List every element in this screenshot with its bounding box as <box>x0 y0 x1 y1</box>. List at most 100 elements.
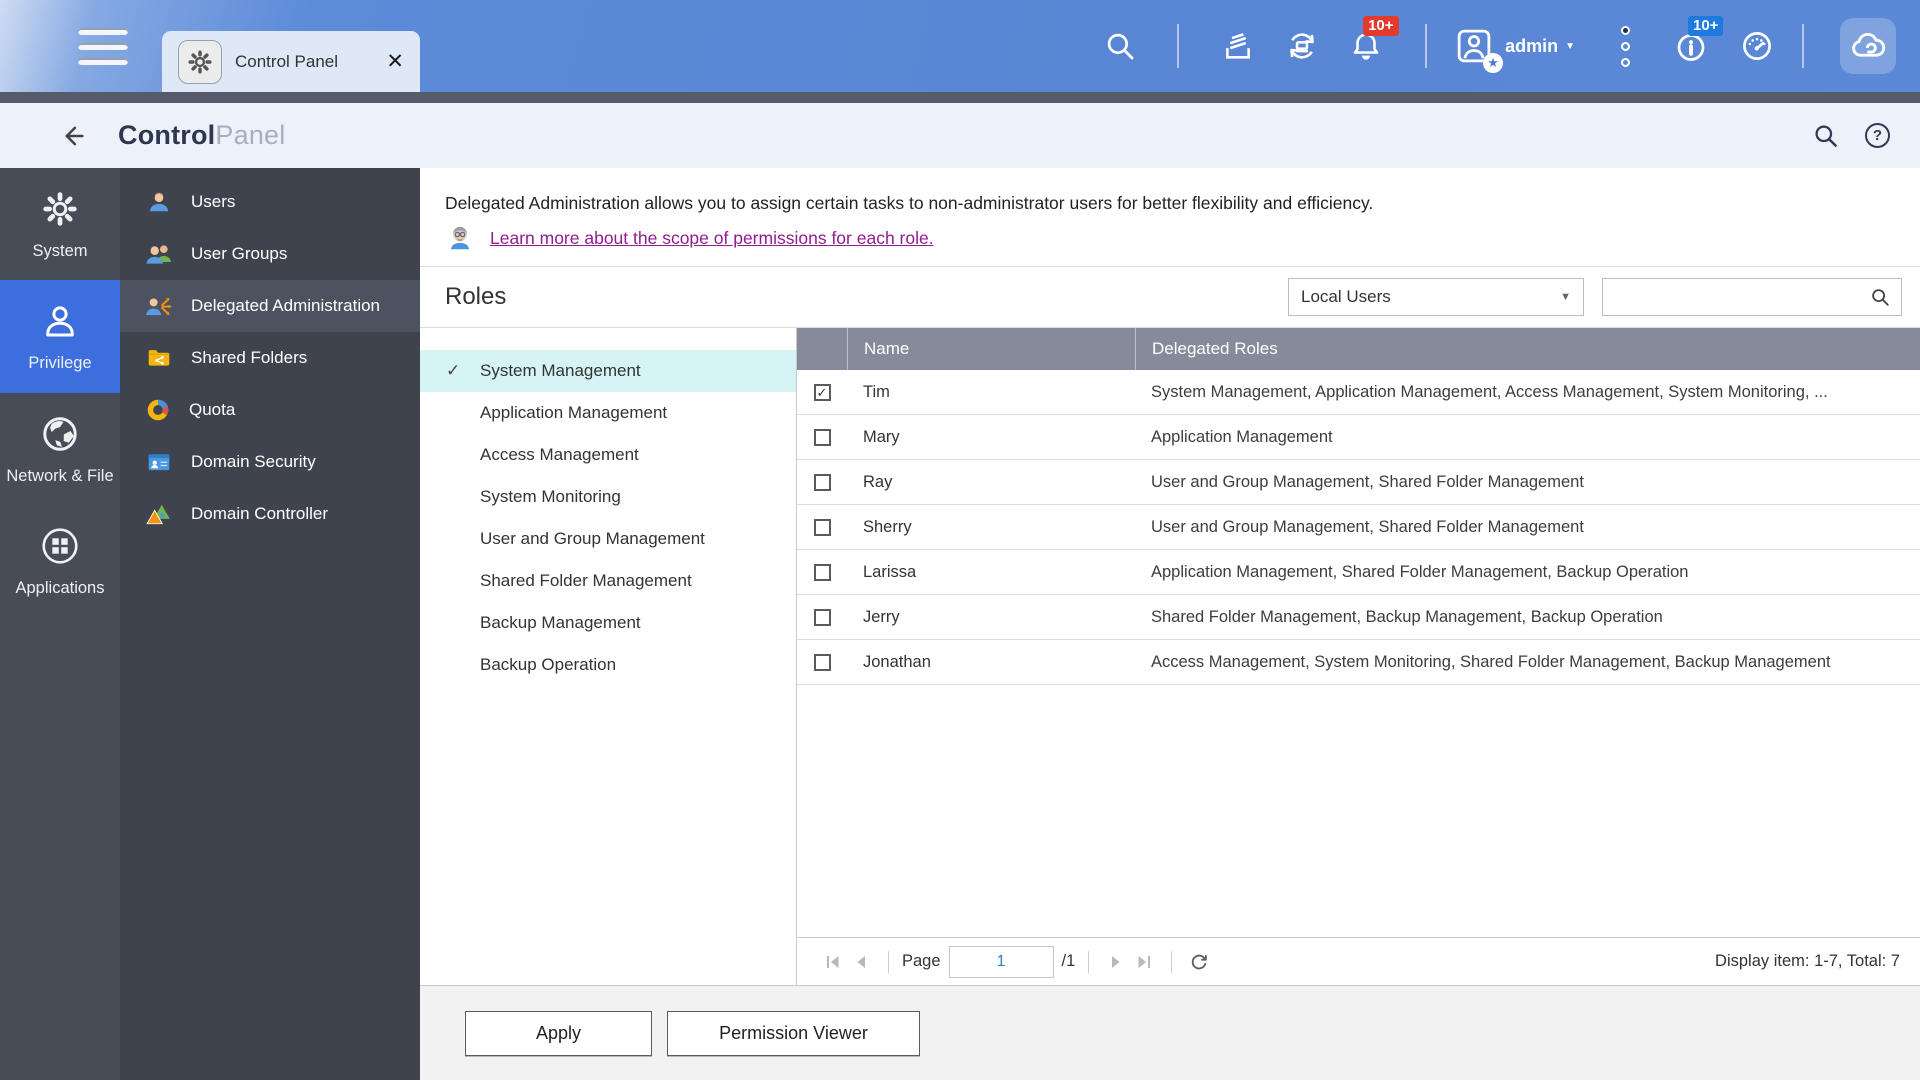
sidebar-item-shared-folders[interactable]: Shared Folders <box>120 332 420 384</box>
table-row[interactable]: Larissa Application Management, Shared Fo… <box>797 550 1920 595</box>
table-row[interactable]: Jerry Shared Folder Management, Backup Ma… <box>797 595 1920 640</box>
permission-viewer-button[interactable]: Permission Viewer <box>667 1010 920 1056</box>
app-grid-icon <box>42 528 78 564</box>
sidebar-item-domain-controller[interactable]: Domain Controller <box>120 488 420 540</box>
users-table: Name Delegated Roles ✓ Tim System Manageme… <box>796 328 1920 985</box>
role-item[interactable]: User and Group Management <box>420 518 796 560</box>
close-icon[interactable]: ✕ <box>386 49 404 74</box>
sidebar-item-user-groups[interactable]: User Groups <box>120 228 420 280</box>
role-item[interactable]: Application Management <box>420 392 796 434</box>
row-checkbox[interactable] <box>813 518 831 536</box>
checkbox-cell <box>797 473 847 491</box>
header-search-button[interactable] <box>1812 122 1839 149</box>
sidebar-item-applications[interactable]: Applications <box>0 505 120 617</box>
row-delegated-roles: Shared Folder Management, Backup Managem… <box>1151 607 1663 626</box>
table-body: ✓ Tim System Management, Application Manag… <box>797 370 1920 685</box>
row-checkbox[interactable] <box>813 563 831 581</box>
row-name: Mary <box>863 427 900 446</box>
table-row[interactable]: Sherry User and Group Management, Shared … <box>797 505 1920 550</box>
divider <box>1802 24 1804 68</box>
page-number-input[interactable] <box>948 945 1054 978</box>
cloud-icon <box>1852 32 1886 57</box>
learn-more-link[interactable]: Learn more about the scope of permission… <box>490 228 934 249</box>
next-page-icon <box>1112 955 1120 968</box>
checkbox-cell: ✓ <box>797 383 847 401</box>
app-header: ControlPanel ? <box>0 103 1920 168</box>
advisor-icon <box>450 226 470 250</box>
chevron-down-icon: ▼ <box>1560 291 1571 303</box>
role-item[interactable]: Backup Management <box>420 602 796 644</box>
next-page-button[interactable] <box>1102 952 1130 972</box>
row-delegated-roles: Application Management, Shared Folder Ma… <box>1151 562 1689 581</box>
row-name: Ray <box>863 472 893 491</box>
section-sidebar: Users User Groups Delegated Administrati… <box>120 168 420 1080</box>
notifications-button[interactable]: 10+ <box>1347 16 1399 65</box>
myqnapcloud-button[interactable] <box>1840 18 1896 74</box>
main-panel: Delegated Administration allows you to a… <box>420 168 1920 1080</box>
row-name: Tim <box>863 382 890 401</box>
role-item[interactable]: System Monitoring <box>420 476 796 518</box>
role-item[interactable]: Access Management <box>420 434 796 476</box>
last-page-button[interactable] <box>1130 952 1158 972</box>
sidebar-item-users[interactable]: Users <box>120 176 420 228</box>
row-checkbox[interactable] <box>813 428 831 446</box>
user-menu[interactable]: ★ admin ▼ <box>1453 25 1575 73</box>
search-button[interactable] <box>1101 27 1139 65</box>
tab-control-panel[interactable]: Control Panel ✕ <box>162 31 420 92</box>
table-row[interactable]: ✓ Tim System Management, Application Manag… <box>797 370 1920 415</box>
row-checkbox[interactable]: ✓ <box>813 383 831 401</box>
main-menu-button[interactable] <box>78 27 128 65</box>
previous-page-button[interactable] <box>847 952 875 972</box>
sidebar-item-system[interactable]: System <box>0 168 120 280</box>
sidebar-item-delegated-administration[interactable]: Delegated Administration <box>120 280 420 332</box>
user-avatar-icon: ★ <box>1453 25 1504 73</box>
sidebar-item-quota[interactable]: Quota <box>120 384 420 436</box>
row-delegated-roles: Access Management, System Monitoring, Sh… <box>1151 652 1831 671</box>
page-label: Page <box>902 952 941 970</box>
column-header-name[interactable]: Name <box>847 328 1135 370</box>
previous-page-icon <box>857 955 865 968</box>
more-options-button[interactable] <box>1621 25 1630 67</box>
role-item[interactable]: Backup Operation <box>420 644 796 686</box>
divider <box>1425 24 1428 68</box>
checkbox-cell <box>797 608 847 626</box>
sidebar-item-domain-security[interactable]: Domain Security <box>120 436 420 488</box>
row-checkbox[interactable] <box>813 473 831 491</box>
gear-icon <box>43 192 77 226</box>
chevron-down-icon: ▼ <box>1565 40 1575 52</box>
system-events-button[interactable]: 10+ <box>1672 16 1724 65</box>
search-icon[interactable] <box>1869 286 1891 308</box>
sidebar-item-network-file[interactable]: Network & File <box>0 393 120 505</box>
role-label: System Monitoring <box>480 487 621 506</box>
role-item[interactable]: Shared Folder Management <box>420 560 796 602</box>
sync-icon <box>1290 33 1314 59</box>
role-label: Backup Management <box>480 613 641 632</box>
table-row[interactable]: Jonathan Access Management, System Monito… <box>797 640 1920 685</box>
id-badge-icon <box>148 454 170 471</box>
background-tasks-button[interactable] <box>1219 27 1257 65</box>
apply-button[interactable]: Apply <box>465 1010 652 1056</box>
user-type-dropdown[interactable]: Local Users ▼ <box>1288 278 1584 316</box>
divider <box>1177 24 1180 68</box>
desktop: Control Panel ✕ 10+ ★ admin ▼ 10+ Contro… <box>0 0 1920 1080</box>
table-row[interactable]: Ray User and Group Management, Shared Fol… <box>797 460 1920 505</box>
table-row[interactable]: Mary Application Management <box>797 415 1920 460</box>
sync-button[interactable] <box>1283 27 1321 65</box>
refresh-button[interactable] <box>1185 951 1213 973</box>
search-input[interactable] <box>1613 288 1869 306</box>
category-sidebar: System Privilege Network & File Applicat… <box>0 168 120 1080</box>
divider <box>1171 950 1173 973</box>
sidebar-item-privilege[interactable]: Privilege <box>0 280 120 393</box>
back-button[interactable] <box>58 121 88 151</box>
column-header-delegated-roles[interactable]: Delegated Roles <box>1135 328 1920 370</box>
role-label: Shared Folder Management <box>480 571 692 590</box>
first-page-button[interactable] <box>819 952 847 972</box>
resource-monitor-button[interactable] <box>1738 27 1776 65</box>
row-checkbox[interactable] <box>813 608 831 626</box>
row-checkbox[interactable] <box>813 653 831 671</box>
role-item[interactable]: ✓ System Management <box>420 350 796 392</box>
help-button[interactable]: ? <box>1865 123 1890 148</box>
quota-donut-icon <box>147 399 169 421</box>
gauge-icon <box>1743 32 1771 60</box>
user-name: admin <box>1505 35 1559 56</box>
